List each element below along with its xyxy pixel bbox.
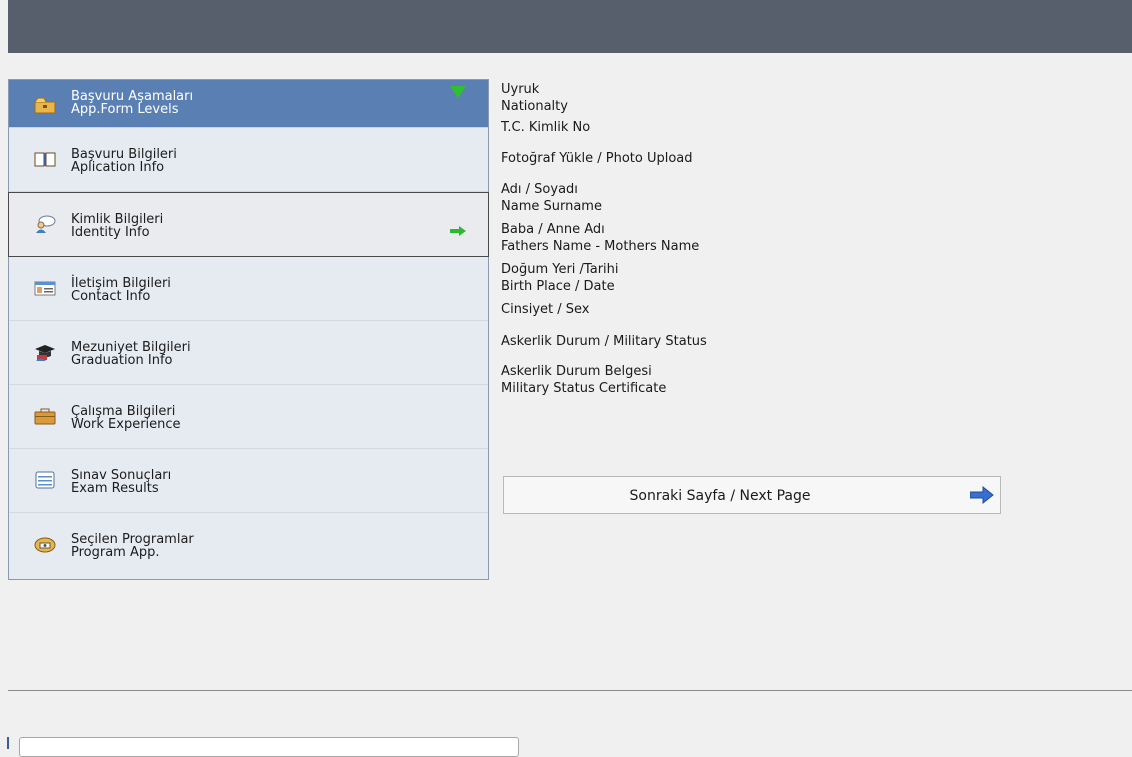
parents-label-en: Fathers Name - Mothers Name <box>501 239 700 254</box>
bottom-input-field[interactable] <box>19 737 519 757</box>
sidebar-item-application-info[interactable]: Başvuru Bilgileri Aplication Info <box>9 128 488 192</box>
next-page-button-label: Sonraki Sayfa / Next Page <box>629 488 811 504</box>
photo-upload-label: Fotoğraf Yükle / Photo Upload <box>501 151 693 166</box>
collapse-triangle-icon[interactable] <box>450 86 466 98</box>
sidebar-item-sublabel: Work Experience <box>71 417 181 432</box>
folder-icon <box>34 96 56 114</box>
sidebar-header[interactable]: Başvuru Aşamaları App.Form Levels <box>9 80 488 128</box>
top-banner <box>8 0 1132 53</box>
military-status-label: Askerlik Durum / Military Status <box>501 334 707 349</box>
briefcase-icon <box>34 407 56 425</box>
sidebar-item-exam-results[interactable]: Sınav Sonuçları Exam Results <box>9 449 488 513</box>
nationality-label-tr: Uyruk <box>501 82 540 97</box>
sex-label: Cinsiyet / Sex <box>501 302 590 317</box>
book-icon <box>34 150 56 168</box>
sidebar-item-work-experience[interactable]: Çalışma Bilgileri Work Experience <box>9 385 488 449</box>
name-label-en: Name Surname <box>501 199 602 214</box>
name-label-tr: Adı / Soyadı <box>501 182 578 197</box>
graduation-cap-icon <box>34 343 56 361</box>
sidebar: Başvuru Aşamaları App.Form Levels Başvur… <box>8 79 489 580</box>
document-icon <box>34 471 56 489</box>
sidebar-item-sublabel: Aplication Info <box>71 160 165 175</box>
sidebar-item-sublabel: Contact Info <box>71 289 151 304</box>
nationality-label-en: Nationalty <box>501 99 568 114</box>
contact-card-icon <box>34 279 56 297</box>
current-arrow-icon <box>450 221 466 240</box>
sidebar-header-subtitle: App.Form Levels <box>71 102 179 117</box>
sidebar-item-identity-info[interactable]: Kimlik Bilgileri Identity Info <box>8 192 489 257</box>
sidebar-item-contact-info[interactable]: İletişim Bilgileri Contact Info <box>9 257 488 321</box>
next-page-button[interactable]: Sonraki Sayfa / Next Page <box>503 476 1001 514</box>
sidebar-item-sublabel: Identity Info <box>71 225 150 240</box>
birth-label-en: Birth Place / Date <box>501 279 615 294</box>
sidebar-item-sublabel: Program App. <box>71 545 160 560</box>
sidebar-item-sublabel: Graduation Info <box>71 353 173 368</box>
military-certificate-label-en: Military Status Certificate <box>501 381 667 396</box>
military-certificate-label-tr: Askerlik Durum Belgesi <box>501 364 652 379</box>
bottom-marker <box>7 737 9 749</box>
tc-kimlik-no-label: T.C. Kimlik No <box>501 120 591 135</box>
sidebar-item-sublabel: Exam Results <box>71 481 159 496</box>
user-icon <box>34 215 56 233</box>
program-icon <box>34 535 56 553</box>
arrow-right-icon <box>969 485 994 508</box>
birth-label-tr: Doğum Yeri /Tarihi <box>501 262 619 277</box>
sidebar-item-graduation-info[interactable]: Mezuniyet Bilgileri Graduation Info <box>9 321 488 385</box>
parents-label-tr: Baba / Anne Adı <box>501 222 605 237</box>
sidebar-item-program-app[interactable]: Seçilen Programlar Program App. <box>9 513 488 576</box>
section-divider <box>8 690 1132 691</box>
